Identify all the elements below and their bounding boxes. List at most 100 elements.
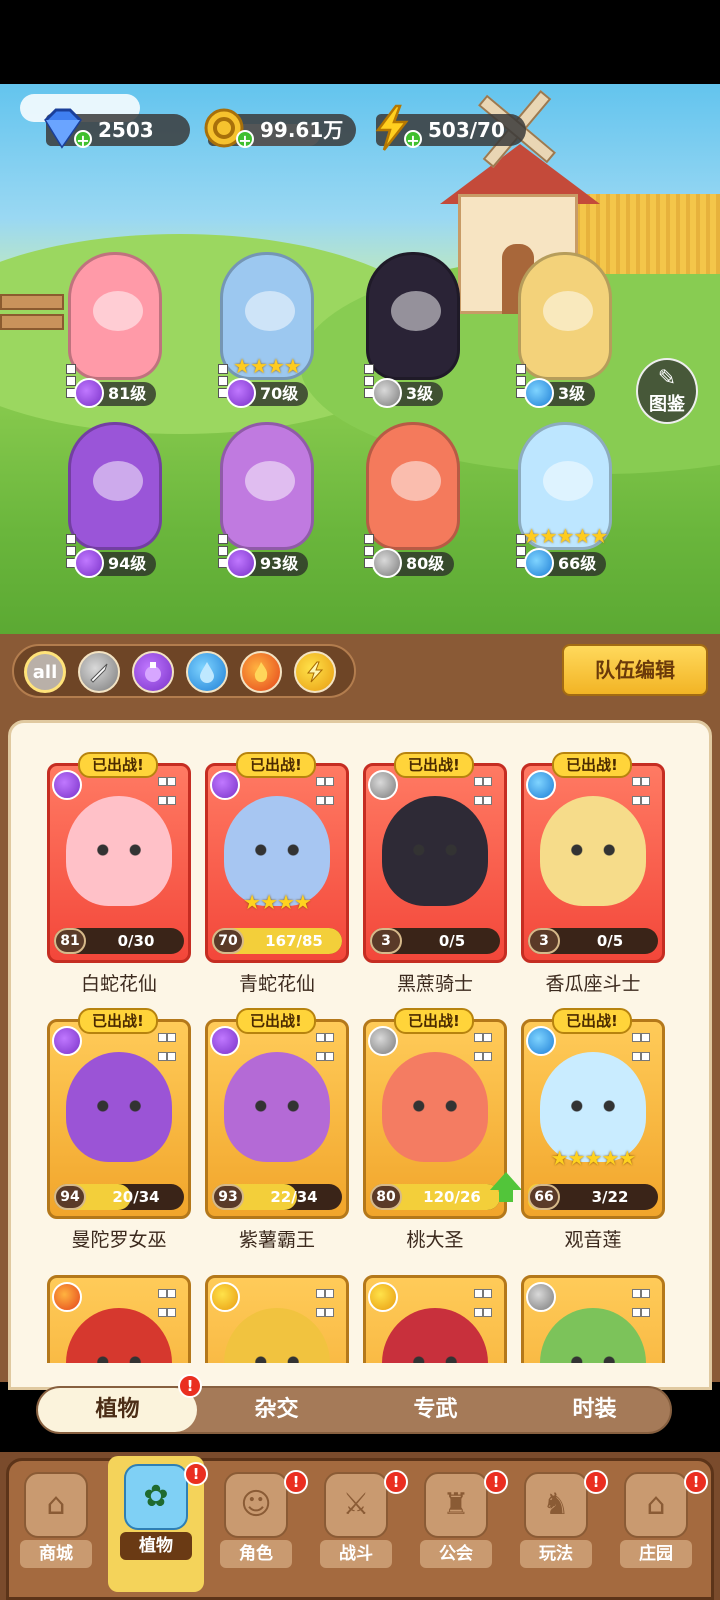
shard-progress-bar: 94 20/34 — [54, 1184, 184, 1210]
hero-level-badge: 94级 — [74, 548, 157, 578]
nav-gameplay[interactable]: ♞ 玩法! — [508, 1464, 608, 1588]
team-hero[interactable]: 3级 — [338, 252, 488, 412]
plant-card[interactable]: 已出战! 93 22/34 — [205, 1008, 349, 1219]
tab-costume[interactable]: 时装 — [515, 1388, 674, 1432]
hero-level: 70级 — [260, 384, 299, 403]
hero-figure — [68, 252, 162, 380]
nav-guild[interactable]: ♜ 公会! — [408, 1464, 508, 1588]
plant-card[interactable]: 已出战! 80 120/26 — [363, 1008, 522, 1219]
notification-badge: ! — [684, 1470, 708, 1494]
team-hero[interactable]: ★★★★★ 66级 — [490, 422, 640, 582]
diamond-amount: 2503 — [98, 118, 154, 142]
formation-grid-icon — [474, 772, 494, 810]
team-edit-button[interactable]: 队伍编辑 — [562, 644, 708, 696]
plant-name: 紫薯霸王 — [238, 1229, 315, 1251]
water-icon — [524, 378, 554, 408]
plant-card-grid[interactable]: 已出战! 81 0/30 白蛇花仙 已出战! ★★★★ 70 167/85 青蛇花仙 已出战! 3 0… — [11, 723, 709, 1363]
nav-label: 公会 — [420, 1540, 492, 1568]
hero-level-badge: 3级 — [524, 378, 596, 408]
tab-exclusive-weapon[interactable]: 专武 — [356, 1388, 515, 1432]
nav-manor[interactable]: ⌂ 庄园! — [608, 1464, 708, 1588]
filter-poison-button[interactable] — [132, 651, 174, 693]
formation-grid-icon — [316, 1284, 336, 1322]
plant-card[interactable] — [205, 1275, 349, 1363]
energy-counter[interactable]: + 503/70 — [375, 104, 526, 151]
hero-level: 3级 — [406, 384, 434, 403]
plant-portrait — [540, 1308, 646, 1363]
plant-card[interactable]: 已出战! 3 0/5 — [363, 752, 507, 963]
codex-label: 图鉴 — [649, 394, 685, 415]
plant-card[interactable] — [363, 1275, 507, 1363]
plant-card[interactable] — [47, 1275, 191, 1363]
plant-level: 3 — [528, 928, 560, 954]
team-hero[interactable]: 80级 — [338, 422, 488, 582]
plant-name: 青蛇花仙 — [238, 973, 315, 995]
coin-counter[interactable]: + 99.61万 — [204, 108, 356, 150]
plant-card[interactable]: 已出战! 81 0/30 — [47, 752, 191, 963]
poison-icon — [210, 1026, 240, 1056]
hero-stars: ★★★★ — [233, 354, 302, 378]
sword-icon — [368, 1026, 398, 1056]
character-icon: ☺ — [224, 1472, 288, 1538]
plant-card[interactable]: 已出战! ★★★★★ 66 3/22 — [521, 1008, 665, 1219]
plant-level: 80 — [370, 1184, 402, 1210]
notification-badge: ! — [178, 1374, 202, 1398]
nav-label: 玩法 — [520, 1540, 592, 1568]
sword-icon — [372, 548, 402, 578]
nav-character[interactable]: ☺ 角色! — [208, 1464, 308, 1588]
poison-icon — [226, 378, 256, 408]
add-energy-button[interactable]: + — [404, 130, 422, 150]
sword-icon — [368, 770, 398, 800]
shard-progress-bar: 3 0/5 — [528, 928, 658, 954]
bottom-nav: ⌂ 商城 ✿ 植物! ☺ 角色! ⚔ 战斗! ♜ 公会! ♞ 玩法! ⌂ 庄园! — [0, 1452, 720, 1600]
plant-card[interactable]: 已出战! ★★★★ 70 167/85 — [205, 752, 349, 963]
nav-plant[interactable]: ✿ 植物! — [108, 1456, 208, 1592]
water-icon — [526, 1026, 556, 1056]
plant-card[interactable] — [521, 1275, 665, 1363]
filter-fire-button[interactable] — [240, 651, 282, 693]
shard-progress-bar: 93 22/34 — [212, 1184, 342, 1210]
nav-label: 战斗 — [320, 1540, 392, 1568]
add-coin-button[interactable]: + — [236, 130, 254, 150]
shard-progress: 22/34 — [270, 1188, 318, 1206]
notification-badge: ! — [384, 1470, 408, 1494]
filter-bolt-button[interactable] — [294, 651, 336, 693]
hero-level: 93级 — [260, 554, 299, 573]
poison-icon — [210, 770, 240, 800]
formation-grid-icon — [632, 1284, 652, 1322]
formation-grid-icon — [158, 1028, 178, 1066]
tab-hybrid[interactable]: 杂交 — [197, 1388, 356, 1432]
hero-level: 80级 — [406, 554, 445, 573]
deployed-badge: 已出战! — [552, 752, 632, 778]
plant-name: 白蛇花仙 — [80, 973, 157, 995]
plant-card[interactable]: 已出战! 3 0/5 — [521, 752, 665, 963]
team-hero[interactable]: 3级 — [490, 252, 640, 412]
filter-all-button[interactable]: all — [24, 651, 66, 693]
diamond-counter[interactable]: + 2503 — [44, 108, 190, 150]
shop-icon: ⌂ — [24, 1472, 88, 1538]
hero-level-badge: 66级 — [524, 548, 607, 578]
team-hero[interactable]: ★★★★ 70级 — [192, 252, 342, 412]
hero-level-badge: 80级 — [372, 548, 455, 578]
hero-figure — [68, 422, 162, 550]
upgrade-arrow-icon — [490, 1172, 522, 1202]
add-diamond-button[interactable]: + — [74, 130, 92, 150]
sword-icon — [372, 378, 402, 408]
team-hero[interactable]: 94级 — [40, 422, 190, 582]
codex-button[interactable]: ✎ 图鉴 — [636, 358, 698, 424]
poison-icon — [52, 1026, 82, 1056]
deployed-badge: 已出战! — [236, 1008, 316, 1034]
nav-shop[interactable]: ⌂ 商城 — [8, 1464, 104, 1588]
filter-bar: all 队伍编辑 — [0, 634, 720, 708]
nav-battle[interactable]: ⚔ 战斗! — [308, 1464, 408, 1588]
tab-plants[interactable]: 植物 — [38, 1388, 197, 1432]
shard-progress: 0/30 — [117, 932, 155, 950]
plant-card[interactable]: 已出战! 94 20/34 — [47, 1008, 191, 1219]
filter-water-button[interactable] — [186, 651, 228, 693]
filter-sword-button[interactable] — [78, 651, 120, 693]
team-hero[interactable]: 93级 — [192, 422, 342, 582]
deployed-badge: 已出战! — [236, 752, 316, 778]
formation-grid-icon — [316, 1028, 336, 1066]
team-hero[interactable]: 81级 — [40, 252, 190, 412]
hero-figure — [366, 252, 460, 380]
